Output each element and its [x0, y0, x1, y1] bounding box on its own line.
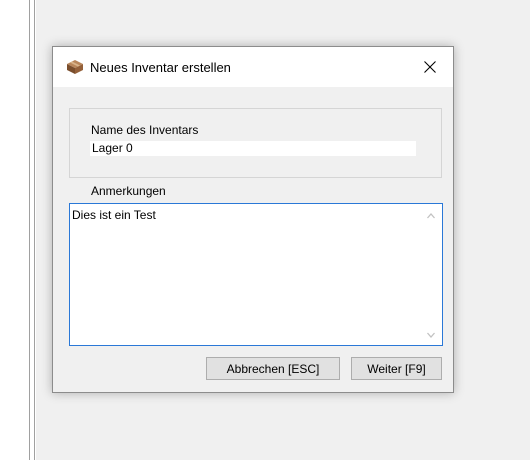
cancel-button[interactable]: Abbrechen [ESC]: [206, 357, 340, 380]
background-divider-inner: [34, 0, 35, 460]
box-icon: [66, 59, 84, 75]
new-inventory-dialog: Neues Inventar erstellen Name des Invent…: [52, 46, 454, 393]
close-button[interactable]: [413, 53, 447, 81]
inventory-name-input[interactable]: [90, 141, 416, 156]
scroll-up-icon[interactable]: [426, 210, 436, 220]
scroll-down-icon[interactable]: [426, 329, 436, 339]
notes-textarea[interactable]: Dies ist ein Test: [69, 203, 443, 346]
background-divider: [29, 0, 30, 460]
inventory-name-label: Name des Inventars: [91, 123, 199, 137]
notes-text: Dies ist ein Test: [72, 208, 156, 222]
dialog-titlebar[interactable]: Neues Inventar erstellen: [53, 47, 453, 87]
close-icon: [424, 61, 436, 73]
next-button[interactable]: Weiter [F9]: [351, 357, 442, 380]
notes-label: Anmerkungen: [91, 184, 166, 198]
dialog-title: Neues Inventar erstellen: [90, 60, 231, 75]
